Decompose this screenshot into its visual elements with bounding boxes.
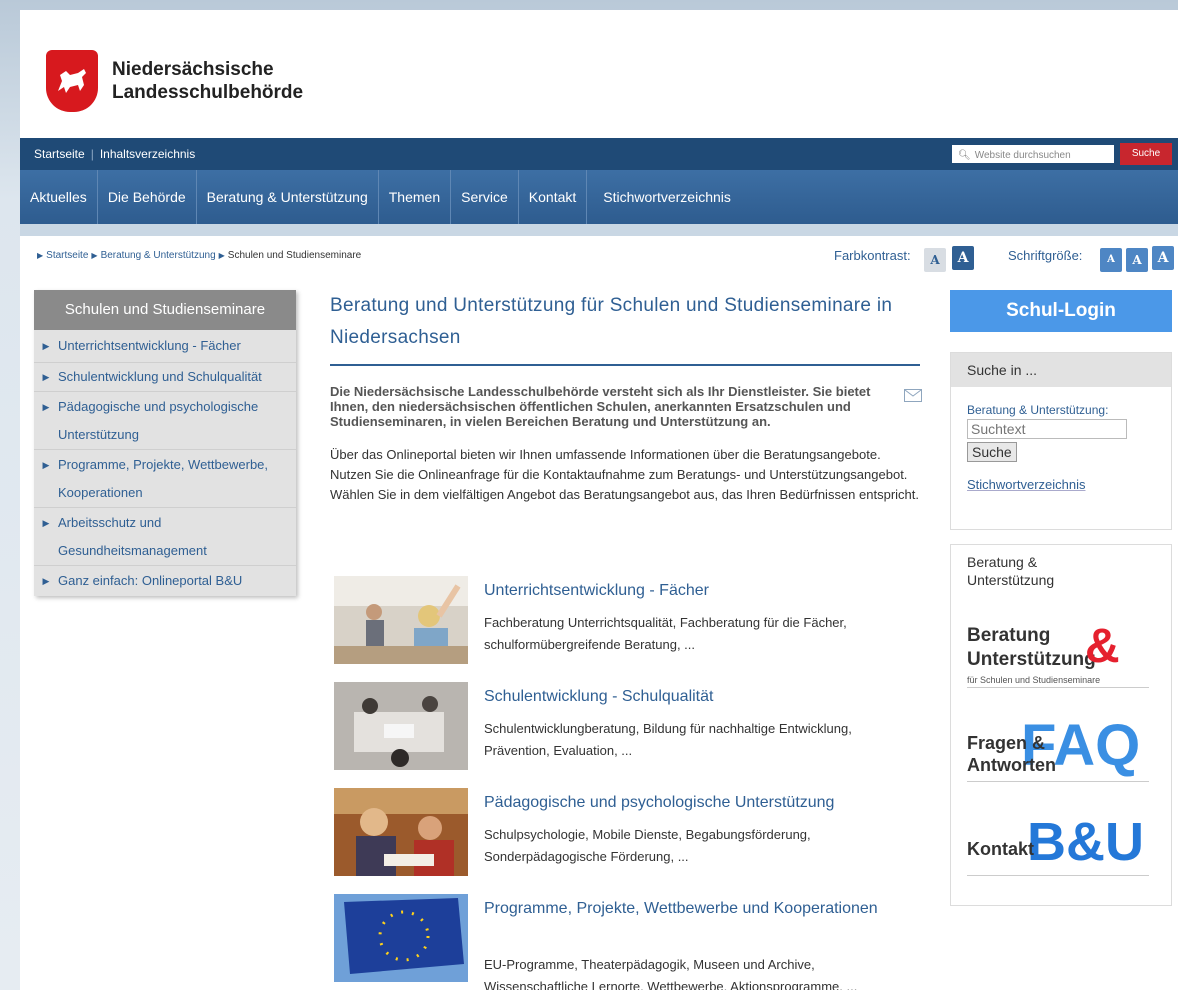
teaser-text: Schulpsychologie, Mobile Dienste, Begabu… (484, 827, 811, 864)
promo2-line1: Fragen & (967, 733, 1046, 753)
site-search-button[interactable]: Suche (1120, 143, 1172, 165)
nav-item-beratung[interactable]: Beratung & Unterstützung (197, 170, 379, 224)
teaser-title-link[interactable]: Schulentwicklung - Schulqualität (484, 684, 914, 710)
bu-box-title: Beratung & Unterstützung (967, 554, 1055, 588)
promo2-line2: Antworten (967, 755, 1056, 775)
site-logo[interactable]: Niedersächsische Landesschulbehörde (46, 50, 303, 112)
body-text: Über das Onlineportal bieten wir Ihnen u… (330, 447, 919, 502)
teaser-text: EU-Programme, Theaterpädagogik, Museen u… (484, 957, 858, 990)
sidebar-search-input[interactable] (967, 419, 1127, 439)
breadcrumb: ▶ Startseite ▶ Beratung & Unterstützung … (34, 250, 361, 261)
breadcrumb-item-current: Schulen und Studienseminare (227, 250, 362, 261)
promo1-subtitle: für Schulen und Studienseminare (967, 675, 1149, 688)
horse-crest-icon (46, 50, 98, 112)
promo1-line1: Beratung (967, 625, 1051, 646)
search-scope-label: Beratung & Unterstützung: (967, 403, 1109, 417)
logo-line1: Niedersächsische (112, 59, 274, 80)
arrow-right-icon: ▶ (42, 402, 50, 412)
breadcrumb-item-startseite[interactable]: Startseite (46, 250, 88, 261)
section-nav-title: Schulen und Studienseminare (34, 290, 296, 330)
students-photo[interactable] (334, 788, 468, 876)
breadcrumb-arrow-icon: ▶ (91, 251, 98, 260)
stichwort-link[interactable]: Stichwortverzeichnis (967, 477, 1086, 492)
contrast-normal-button[interactable]: A (924, 248, 946, 272)
section-nav-item[interactable]: ▶ Programme, Projekte, Wettbewerbe, Koop… (34, 450, 296, 508)
schul-login-button[interactable]: Schul-Login (950, 290, 1172, 332)
arrow-right-icon: ▶ (42, 372, 50, 382)
nav-item-service[interactable]: Service (451, 170, 519, 224)
teaser-text: Fachberatung Unterrichtsqualität, Fachbe… (484, 615, 847, 652)
top-bar: Startseite | Inhaltsverzeichnis 🔍︎ Websi… (20, 138, 1178, 170)
magnifier-icon: 🔍︎ (958, 150, 971, 161)
schriftgroesse-label: Schriftgröße: (1008, 248, 1083, 263)
nav-item-stichwortverzeichnis[interactable]: Stichwortverzeichnis (587, 170, 741, 224)
arrow-right-icon: ▶ (42, 460, 50, 470)
arrow-right-icon: ▶ (42, 518, 50, 528)
sidebar-search-button[interactable]: Suche (967, 442, 1017, 462)
teaser-item: Programme, Projekte, Wettbewerbe und Koo… (330, 894, 920, 990)
meeting-photo[interactable] (334, 682, 468, 770)
section-nav-item[interactable]: ▶ Arbeitsschutz und Gesundheitsmanagemen… (34, 508, 296, 566)
main-content: Beratung und Unterstützung für Schulen u… (330, 290, 922, 505)
bu-big-text: B&U (1027, 812, 1144, 872)
teaser-item: Schulentwicklung - Schulqualität Schulen… (330, 682, 920, 778)
title-divider (330, 364, 920, 366)
site-search-placeholder: Website durchsuchen (974, 150, 1071, 161)
section-nav-item[interactable]: ▶ Schulentwicklung und Schulqualität (34, 363, 296, 392)
page-title: Beratung und Unterstützung für Schulen u… (330, 295, 893, 348)
search-in-box: Suche in ... Beratung & Unterstützung: S… (950, 352, 1172, 530)
font-large-button[interactable]: A (1152, 246, 1174, 270)
nav-item-themen[interactable]: Themen (379, 170, 452, 224)
beratung-unterstuetzung-promo[interactable]: Beratung Unterstützung & für Schulen und… (967, 620, 1149, 688)
teaser-title-link[interactable]: Programme, Projekte, Wettbewerbe und Koo… (484, 896, 914, 922)
nav-item-kontakt[interactable]: Kontakt (519, 170, 588, 224)
faq-promo[interactable]: FAQ Fragen & Antworten (967, 713, 1149, 787)
eu-flag-photo[interactable] (334, 894, 468, 982)
section-nav-item[interactable]: ▶ Unterrichtsentwicklung - Fächer (34, 330, 296, 363)
section-nav: Schulen und Studienseminare ▶ Unterricht… (34, 290, 296, 596)
font-medium-button[interactable]: A (1126, 248, 1148, 272)
top-link-inhaltsverzeichnis[interactable]: Inhaltsverzeichnis (100, 147, 195, 161)
promo1-line2: Unterstützung (967, 649, 1096, 670)
farbkontrast-label: Farbkontrast: (834, 248, 911, 263)
breadcrumb-arrow-icon: ▶ (37, 251, 44, 260)
section-nav-item[interactable]: ▶ Ganz einfach: Onlineportal B&U (34, 566, 296, 595)
font-small-button[interactable]: A (1100, 248, 1122, 272)
nav-item-aktuelles[interactable]: Aktuelles (20, 170, 98, 224)
breadcrumb-arrow-icon: ▶ (218, 251, 225, 260)
teaser-title-link[interactable]: Unterrichtsentwicklung - Fächer (484, 578, 914, 604)
search-in-title: Suche in ... (951, 353, 1171, 387)
top-link-startseite[interactable]: Startseite (34, 147, 85, 161)
teaser-text: Schulentwicklungberatung, Bildung für na… (484, 721, 852, 758)
intro-text: Die Niedersächsische Landesschulbehörde … (330, 384, 922, 429)
mail-icon[interactable] (904, 389, 922, 402)
promo3-kontakt: Kontakt (967, 839, 1034, 859)
section-nav-item[interactable]: ▶ Pädagogische und psychologische Unters… (34, 392, 296, 450)
teaser-item: Unterrichtsentwicklung - Fächer Fachbera… (330, 576, 920, 672)
teaser-title-link[interactable]: Pädagogische und psychologische Unterstü… (484, 790, 914, 816)
ampersand-icon: & (1085, 620, 1120, 673)
site-search-input[interactable]: 🔍︎ Website durchsuchen (952, 145, 1114, 163)
main-nav: Aktuelles Die Behörde Beratung & Unterst… (20, 170, 1178, 224)
nav-item-die-behoerde[interactable]: Die Behörde (98, 170, 197, 224)
teaser-item: Pädagogische und psychologische Unterstü… (330, 788, 920, 884)
logo-line2: Landesschulbehörde (112, 82, 304, 103)
classroom-photo[interactable] (334, 576, 468, 664)
nav-divider (20, 224, 1178, 236)
arrow-right-icon: ▶ (42, 341, 50, 351)
contrast-high-button[interactable]: A (952, 246, 974, 270)
page: Niedersächsische Landesschulbehörde Star… (20, 10, 1178, 990)
bu-box: Beratung & Unterstützung Beratung Unters… (950, 544, 1172, 906)
kontakt-promo[interactable]: B&U Kontakt (967, 812, 1149, 883)
arrow-right-icon: ▶ (42, 576, 50, 586)
breadcrumb-item-beratung[interactable]: Beratung & Unterstützung (101, 250, 216, 261)
